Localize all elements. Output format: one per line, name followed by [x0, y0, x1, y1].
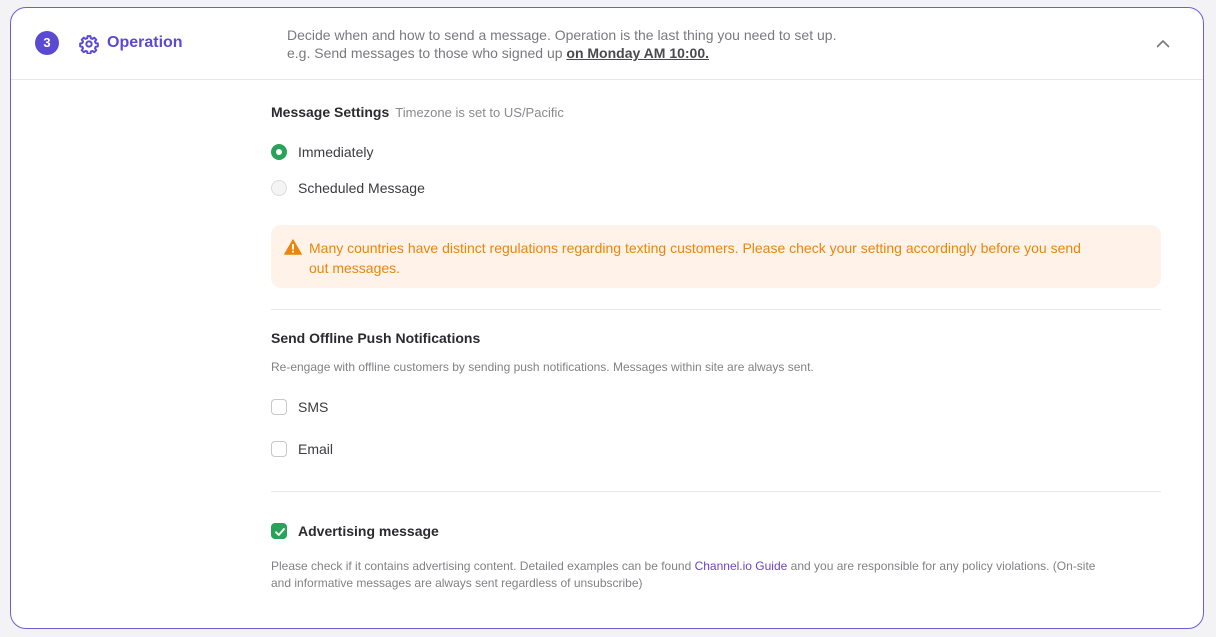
- gear-icon: [79, 35, 99, 54]
- warning-icon: [284, 239, 302, 255]
- step-number-badge: 3: [35, 31, 59, 55]
- description-line-2: e.g. Send messages to those who signed u…: [287, 44, 836, 62]
- checkbox-label: Advertising message: [298, 523, 439, 539]
- description-line-1: Decide when and how to send a message. O…: [287, 27, 837, 43]
- checkbox-label: Email: [298, 441, 334, 457]
- operation-card: 3 Operation Decide when and how to send …: [10, 7, 1204, 629]
- checkbox-box[interactable]: [271, 399, 287, 415]
- offline-push-title: Send Offline Push Notifications: [271, 330, 481, 346]
- timezone-note: Timezone is set to US/Pacific: [395, 105, 564, 120]
- warning-text-line-2: out messages.: [309, 260, 401, 276]
- checkbox-label: SMS: [298, 399, 329, 415]
- chevron-up-icon[interactable]: [1154, 35, 1172, 53]
- operation-section-header[interactable]: 3 Operation Decide when and how to send …: [11, 8, 1203, 80]
- regulation-warning-banner: Many countries have distinct regulations…: [271, 225, 1161, 288]
- channel-io-guide-link[interactable]: Channel.io Guide: [695, 559, 788, 573]
- advertising-description: Please check if it contains advertising …: [271, 558, 1095, 592]
- checkbox-sms[interactable]: SMS: [271, 397, 328, 417]
- checkbox-box[interactable]: [271, 441, 287, 457]
- advertising-description-prefix: Please check if it contains advertising …: [271, 559, 695, 573]
- section-description: Decide when and how to send a message. O…: [287, 26, 836, 62]
- radio-label: Scheduled Message: [298, 180, 425, 196]
- description-example-emphasis: on Monday AM 10:00.: [566, 45, 710, 61]
- offline-push-description: Re-engage with offline customers by send…: [271, 360, 814, 374]
- radio-label: Immediately: [298, 144, 374, 160]
- advertising-description-line-2: and informative messages are always sent…: [271, 576, 643, 590]
- section-title: Operation: [107, 34, 183, 51]
- description-example-prefix: e.g. Send messages to those who signed u…: [287, 45, 567, 61]
- divider: [271, 491, 1161, 492]
- divider: [271, 309, 1161, 310]
- checkbox-box-checked[interactable]: [271, 523, 287, 539]
- message-settings-title: Message Settings Timezone is set to US/Pa…: [271, 104, 564, 120]
- advertising-description-suffix: and you are responsible for any policy v…: [787, 559, 1096, 573]
- radio-scheduled-message[interactable]: Scheduled Message: [271, 178, 425, 198]
- radio-immediately[interactable]: Immediately: [271, 142, 373, 162]
- radio-button-unselected[interactable]: [271, 180, 287, 196]
- radio-button-selected[interactable]: [271, 144, 287, 160]
- message-settings-label: Message Settings: [271, 104, 390, 120]
- checkbox-email[interactable]: Email: [271, 439, 333, 459]
- checkmark-icon: [275, 528, 285, 536]
- checkbox-advertising-message[interactable]: Advertising message: [271, 521, 439, 541]
- advertising-description-line-1: Please check if it contains advertising …: [271, 558, 1095, 575]
- warning-text-line-1: Many countries have distinct regulations…: [309, 240, 1081, 256]
